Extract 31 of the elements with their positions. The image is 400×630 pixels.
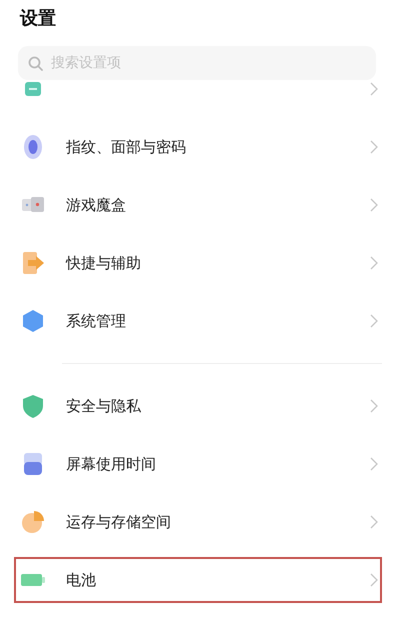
chevron-icon bbox=[370, 515, 378, 529]
item-label: 游戏魔盒 bbox=[66, 196, 127, 214]
security-icon bbox=[20, 393, 46, 419]
system-icon bbox=[20, 308, 46, 334]
chevron-icon bbox=[370, 256, 378, 270]
settings-item[interactable]: 安全与隐私 bbox=[0, 377, 400, 435]
chevron-icon bbox=[370, 314, 378, 328]
item-label: 运存与存储空间 bbox=[66, 512, 172, 532]
item-label: 屏幕使用时间 bbox=[66, 454, 157, 474]
item-label: 电池 bbox=[66, 570, 97, 590]
search-icon bbox=[28, 56, 43, 71]
settings-item[interactable]: 快捷与辅助 bbox=[0, 234, 400, 292]
highlighted-settings-item[interactable]: 电池 bbox=[14, 557, 382, 603]
item-label: 系统管理 bbox=[66, 312, 127, 330]
settings-item[interactable]: 游戏魔盒 bbox=[0, 176, 400, 234]
item-label: 安全与隐私 bbox=[66, 396, 142, 416]
settings-item[interactable]: 屏幕使用时间 bbox=[0, 435, 400, 493]
settings-item[interactable]: 系统管理 bbox=[0, 292, 400, 350]
chevron-icon bbox=[370, 198, 378, 212]
chevron-icon bbox=[370, 399, 378, 413]
item-label: 快捷与辅助 bbox=[66, 254, 142, 272]
shortcut-icon bbox=[20, 250, 46, 276]
item-label: 指纹、面部与密码 bbox=[66, 138, 187, 156]
settings-item[interactable]: 指纹、面部与密码 bbox=[0, 118, 400, 176]
page-title: 设置 bbox=[20, 7, 56, 31]
settings-item[interactable]: 运存与存储空间 bbox=[0, 493, 400, 551]
chevron-icon bbox=[370, 82, 378, 96]
chevron-icon bbox=[370, 573, 378, 587]
storage-icon bbox=[20, 509, 46, 535]
chevron-icon bbox=[370, 140, 378, 154]
chevron-icon bbox=[370, 457, 378, 471]
